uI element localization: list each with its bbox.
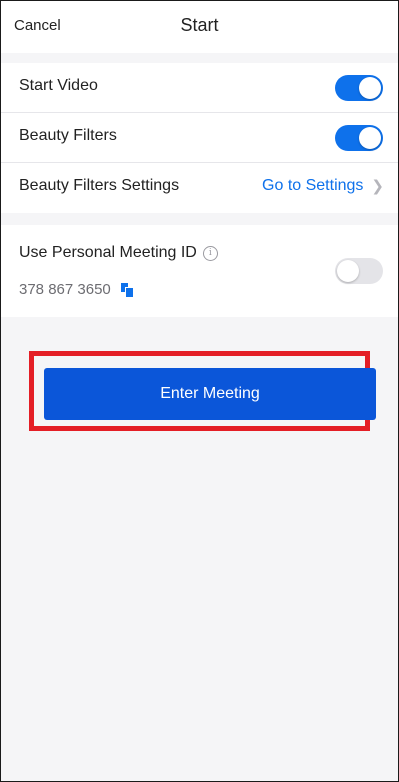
- beauty-filters-toggle[interactable]: [335, 125, 383, 151]
- video-settings-group: Start Video Beauty Filters Beauty Filter…: [1, 63, 398, 213]
- toggle-knob: [359, 127, 381, 149]
- beauty-filters-label: Beauty Filters: [19, 127, 117, 144]
- start-video-label: Start Video: [19, 77, 98, 94]
- go-to-settings-link[interactable]: Go to Settings ❯: [262, 177, 384, 195]
- meeting-id-row: 378 867 3650: [19, 281, 134, 298]
- beauty-filters-settings-row[interactable]: Beauty Filters Settings Go to Settings ❯: [1, 163, 398, 213]
- start-meeting-screen: Cancel Start Start Video Beauty Filters …: [0, 0, 399, 782]
- start-video-row: Start Video: [1, 63, 398, 113]
- info-icon[interactable]: i: [202, 245, 218, 261]
- chevron-right-icon: ❯: [371, 177, 384, 195]
- go-to-settings-text: Go to Settings: [262, 177, 364, 194]
- toggle-knob: [359, 77, 381, 99]
- personal-meeting-id-label: Use Personal Meeting ID: [19, 244, 197, 261]
- beauty-filters-row: Beauty Filters: [1, 113, 398, 163]
- start-video-toggle[interactable]: [335, 75, 383, 101]
- enter-meeting-button[interactable]: Enter Meeting: [44, 368, 376, 420]
- header: Cancel Start: [1, 1, 398, 53]
- personal-meeting-id-label-wrap: Use Personal Meeting ID i: [19, 244, 218, 262]
- page-title: Start: [180, 15, 219, 35]
- beauty-filters-settings-label: Beauty Filters Settings: [19, 177, 180, 194]
- copy-icon[interactable]: [120, 283, 134, 298]
- personal-meeting-group: Use Personal Meeting ID i 378 867 3650: [1, 225, 398, 317]
- copy-icon-front: [124, 287, 134, 298]
- toggle-knob: [337, 260, 359, 282]
- meeting-id-value: 378 867 3650: [19, 281, 111, 298]
- personal-meeting-id-toggle[interactable]: [335, 258, 383, 284]
